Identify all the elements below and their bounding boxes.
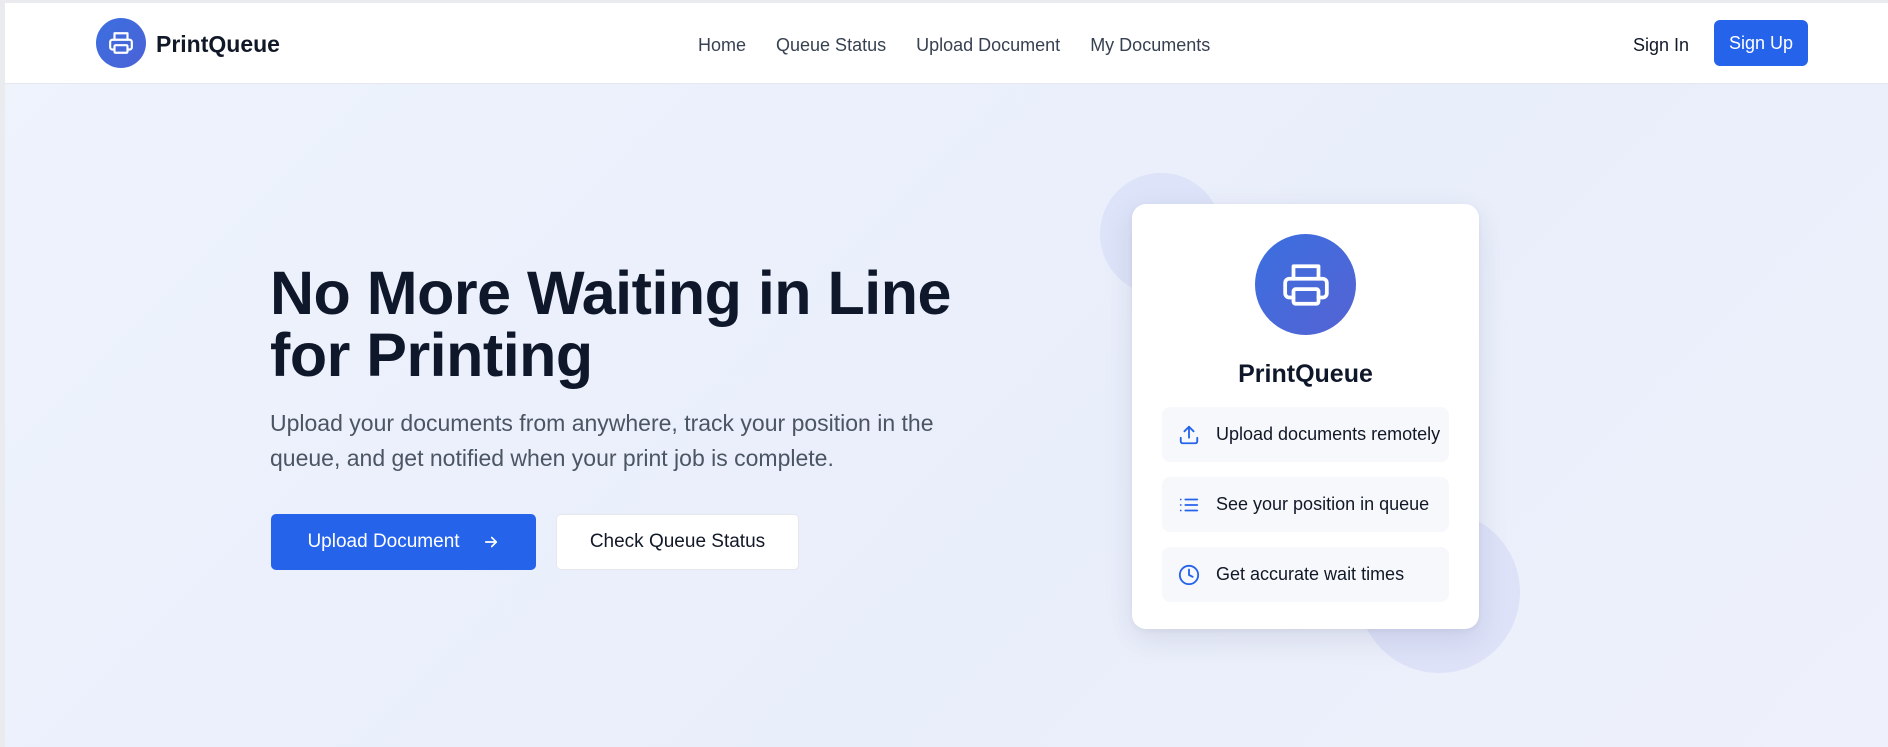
- brand-name[interactable]: PrintQueue: [156, 30, 280, 58]
- arrow-right-icon: [482, 533, 500, 551]
- nav-item-upload-document[interactable]: Upload Document: [916, 34, 1060, 56]
- hero-subtitle: Upload your documents from anywhere, tra…: [270, 410, 934, 471]
- feature-label: Get accurate wait times: [1216, 564, 1405, 584]
- sign-up-button[interactable]: Sign Up: [1714, 20, 1808, 66]
- feature-label: See your position in queue: [1216, 494, 1430, 514]
- sign-in-link[interactable]: Sign In: [1633, 34, 1689, 56]
- card-logo: [1255, 234, 1356, 335]
- printer-icon: [1282, 263, 1329, 306]
- hero-title: No More Waiting in Line for Printing: [270, 259, 951, 389]
- upload-document-button-label: Upload Document: [307, 531, 460, 552]
- clock-icon: [1177, 563, 1201, 587]
- feature-item: See your position in queue: [1162, 477, 1449, 532]
- main-nav: Home Queue Status Upload Document My Doc…: [698, 34, 1240, 56]
- feature-item: Get accurate wait times: [1162, 547, 1449, 602]
- nav-item-queue-status[interactable]: Queue Status: [776, 34, 886, 56]
- feature-label: Upload documents remotely: [1216, 424, 1441, 444]
- upload-icon: [1177, 423, 1201, 447]
- feature-card: PrintQueue Upload documents remotely See…: [1132, 204, 1479, 629]
- nav-item-home[interactable]: Home: [698, 34, 746, 56]
- header: PrintQueue Home Queue Status Upload Docu…: [5, 3, 1888, 84]
- nav-item-my-documents[interactable]: My Documents: [1090, 34, 1210, 56]
- card-title: PrintQueue: [1238, 360, 1373, 388]
- feature-item: Upload documents remotely: [1162, 407, 1449, 462]
- upload-document-button[interactable]: Upload Document: [271, 514, 536, 570]
- logo[interactable]: [96, 18, 146, 68]
- page: PrintQueue Home Queue Status Upload Docu…: [0, 0, 1888, 747]
- check-queue-status-button[interactable]: Check Queue Status: [556, 514, 799, 570]
- list-icon: [1177, 493, 1201, 517]
- printer-icon: [109, 32, 133, 54]
